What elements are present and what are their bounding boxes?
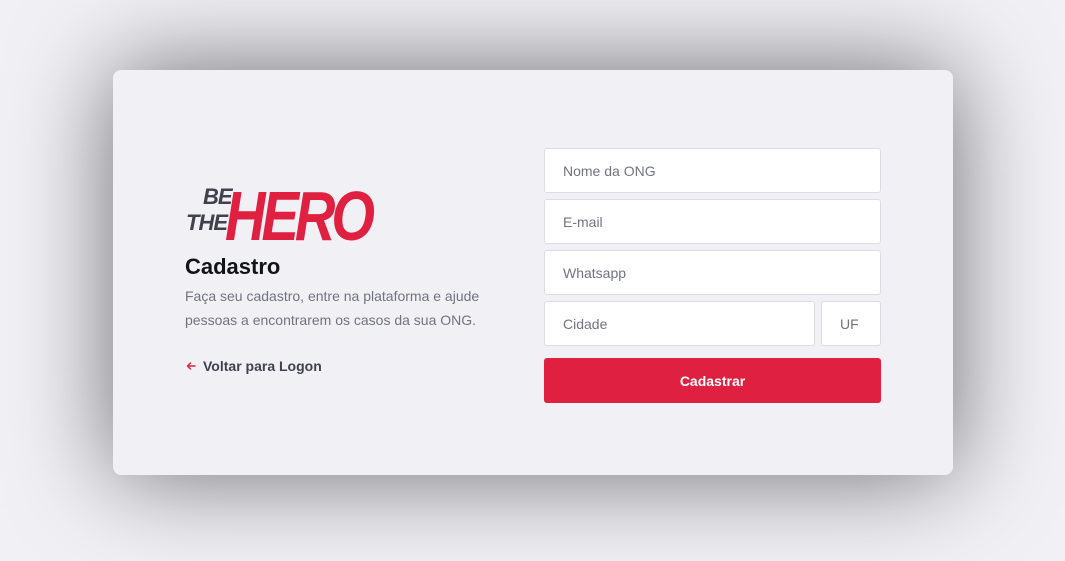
arrow-left-icon	[185, 360, 197, 372]
uf-input[interactable]	[821, 301, 881, 346]
intro-section: BE THE HERO Cadastro Faça seu cadastro, …	[185, 168, 485, 374]
register-card: BE THE HERO Cadastro Faça seu cadastro, …	[113, 70, 953, 475]
location-row	[544, 301, 881, 352]
back-to-logon-link[interactable]: Voltar para Logon	[185, 358, 485, 374]
email-input[interactable]	[544, 199, 881, 244]
ngo-name-input[interactable]	[544, 148, 881, 193]
register-button[interactable]: Cadastrar	[544, 358, 881, 403]
page-title: Cadastro	[185, 254, 281, 279]
back-link-label: Voltar para Logon	[203, 358, 322, 374]
logo-text-the: THE	[186, 210, 229, 235]
whatsapp-input[interactable]	[544, 250, 881, 295]
page-description: Faça seu cadastro, entre na plataforma e…	[185, 288, 480, 328]
register-form: Cadastrar	[544, 148, 881, 403]
city-input[interactable]	[544, 301, 815, 346]
logo-text-hero: HERO	[225, 177, 375, 250]
be-the-hero-logo: BE THE HERO	[186, 177, 375, 250]
